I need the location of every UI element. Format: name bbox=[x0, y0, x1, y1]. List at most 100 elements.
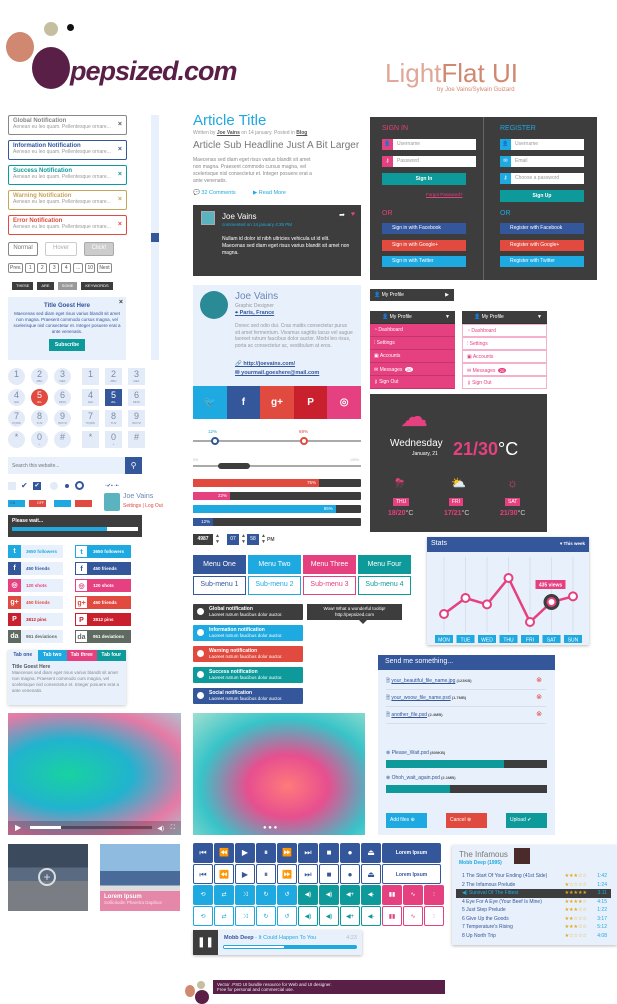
register-password-input[interactable]: ⚷ Choose a password bbox=[500, 173, 584, 184]
media-button[interactable]: ⏮ bbox=[193, 864, 213, 884]
media-button[interactable]: ◀) bbox=[298, 906, 318, 926]
dropdown-item-settings[interactable]: ⫶ Settings bbox=[370, 337, 455, 350]
media-button[interactable]: ⏭ bbox=[298, 864, 318, 884]
dropdown-item-accounts[interactable]: ▣ Accounts bbox=[370, 350, 455, 363]
social-counter-dribbble[interactable]: ◎ 120 shots bbox=[75, 579, 131, 592]
keypad-key-1[interactable]: 1 bbox=[8, 368, 25, 385]
menu-item[interactable]: Menu One bbox=[193, 555, 246, 574]
my-profile-closed[interactable]: 👤 My Profile ▶ bbox=[370, 289, 454, 301]
playlist-track[interactable]: 8 Up North Trip ★☆☆☆☆ 4:08 bbox=[456, 932, 611, 941]
keypad-key-4[interactable]: 4 GHI bbox=[82, 389, 99, 406]
share-google-plus-button[interactable]: g+ bbox=[260, 386, 294, 419]
media-button[interactable]: ◀+ bbox=[340, 885, 360, 905]
fullscreen-icon[interactable]: ⛶ bbox=[171, 825, 175, 832]
toggle-off-plain[interactable] bbox=[75, 500, 92, 507]
stepper-arrows[interactable]: ▲ ▼ bbox=[241, 533, 246, 545]
dropdown-item-dashboard[interactable]: ◔ Dashboard bbox=[370, 324, 455, 337]
file-name[interactable]: another_file.psd bbox=[391, 712, 427, 718]
social-counter-dribbble[interactable]: ◎ 120 shots bbox=[8, 579, 63, 592]
profile-url[interactable]: 🔗 http://joevains.com/ bbox=[235, 361, 295, 367]
number-stepper-value[interactable]: 4987 bbox=[193, 534, 213, 545]
keypad-key-#[interactable]: # bbox=[54, 431, 71, 448]
media-button[interactable]: ⟲ bbox=[193, 906, 213, 926]
keypad-key-0[interactable]: 0 + bbox=[105, 431, 122, 448]
search-icon[interactable]: ⚲ bbox=[125, 457, 142, 474]
keypad-key-*[interactable]: * bbox=[8, 431, 25, 448]
keyword-tag[interactable]: KEYWORDS bbox=[81, 282, 113, 290]
keypad-key-3[interactable]: 3 DEF bbox=[128, 368, 145, 385]
keypad-key-7[interactable]: 7 PQRS bbox=[82, 410, 99, 427]
media-button[interactable]: ⏏ bbox=[361, 864, 381, 884]
add-files-button[interactable]: Add files ⊕ bbox=[386, 813, 427, 828]
comments-link[interactable]: 💬 32 Comments bbox=[193, 190, 236, 196]
social-counter-google-plus[interactable]: g+ 450 friends bbox=[8, 596, 63, 609]
checkbox-checked[interactable]: ✔ bbox=[21, 481, 28, 490]
signup-button[interactable]: Sign Up bbox=[500, 190, 584, 202]
media-button[interactable]: ■ bbox=[319, 864, 339, 884]
media-button[interactable]: ▶ bbox=[235, 864, 255, 884]
media-button[interactable]: ▶ bbox=[235, 843, 255, 863]
checkbox-checked-filled[interactable]: ✔ bbox=[33, 482, 41, 490]
tab-2[interactable]: Tab two bbox=[37, 650, 67, 661]
slider-dots[interactable]: ● ● ● bbox=[263, 825, 277, 831]
register-twitter-button[interactable]: Register with Twitter bbox=[500, 256, 584, 267]
media-button[interactable]: ⏏ bbox=[361, 843, 381, 863]
cancel-button[interactable]: Cancel ⊗ bbox=[446, 813, 487, 828]
pause-icon[interactable]: ❚❚ bbox=[193, 930, 218, 955]
close-icon[interactable]: × bbox=[118, 171, 122, 178]
keyword-tag[interactable]: THESE bbox=[12, 282, 34, 290]
close-icon[interactable]: × bbox=[118, 221, 122, 228]
tab-1[interactable]: Tab one bbox=[8, 650, 38, 661]
keyword-tag[interactable]: ARE bbox=[37, 282, 54, 290]
submenu-item[interactable]: Sub-menu 4 bbox=[358, 576, 411, 595]
menu-item[interactable]: Menu Two bbox=[248, 555, 301, 574]
toggle-on[interactable]: ON bbox=[8, 500, 25, 507]
file-name[interactable]: your_beautiful_file_name.jpg bbox=[391, 678, 455, 684]
page-link[interactable]: ... bbox=[73, 263, 84, 273]
vertical-scrollbar[interactable] bbox=[151, 115, 159, 360]
range-slider-handle[interactable] bbox=[218, 463, 250, 469]
search-input[interactable] bbox=[8, 457, 118, 474]
keypad-key-2[interactable]: 2 ABC bbox=[31, 368, 48, 385]
share-pinterest-button[interactable]: P bbox=[293, 386, 328, 419]
close-icon[interactable]: × bbox=[119, 299, 123, 306]
password-input[interactable]: ⚷ Password bbox=[382, 156, 476, 167]
register-username-input[interactable]: 👤 Username bbox=[500, 139, 584, 150]
keypad-key-4[interactable]: 4 GHI bbox=[8, 389, 25, 406]
media-button[interactable]: ⫶ bbox=[424, 885, 444, 905]
keypad-key-7[interactable]: 7 PQRS bbox=[8, 410, 25, 427]
dropdown-item-sign-out[interactable]: ⚷ Sign Out bbox=[462, 376, 547, 389]
page-link[interactable]: 3 bbox=[49, 263, 60, 273]
dropdown-item-settings[interactable]: ⫶ Settings bbox=[462, 337, 547, 350]
media-button[interactable]: ∿ bbox=[403, 885, 423, 905]
username-input[interactable]: 👤 Username bbox=[382, 139, 476, 150]
close-icon[interactable]: × bbox=[118, 196, 122, 203]
scrollbar-thumb[interactable] bbox=[151, 233, 159, 242]
keypad-key-9[interactable]: 9 WXYZ bbox=[128, 410, 145, 427]
location-text[interactable]: Paris, France bbox=[240, 310, 275, 316]
keypad-key-2[interactable]: 2 ABC bbox=[105, 368, 122, 385]
media-button[interactable]: ⏩ bbox=[277, 843, 297, 863]
keypad-key-5[interactable]: 5 JKL bbox=[31, 389, 48, 406]
close-icon[interactable]: × bbox=[118, 121, 122, 128]
email-text[interactable]: yourmail.goeshere@mail.com bbox=[241, 370, 319, 376]
hover-button[interactable]: Hover bbox=[45, 242, 77, 256]
image-slider[interactable]: ● ● ● bbox=[193, 713, 365, 835]
media-button[interactable]: ⇄ bbox=[214, 885, 234, 905]
media-button[interactable]: ⏭ bbox=[298, 843, 318, 863]
media-button[interactable]: ∿ bbox=[403, 906, 423, 926]
register-facebook-button[interactable]: Register with Facebook bbox=[500, 223, 584, 234]
small-checkboxes[interactable]: ▫✔▪ ·•◦ bbox=[105, 483, 119, 489]
media-button[interactable]: ⤨ bbox=[235, 906, 255, 926]
share-facebook-button[interactable]: f bbox=[226, 386, 261, 419]
dropdown-item-sign-out[interactable]: ⚷ Sign Out bbox=[370, 376, 455, 389]
lorem-button[interactable]: Lorem Ipsum bbox=[382, 843, 441, 863]
tab-4[interactable]: Tab four bbox=[96, 650, 126, 661]
remove-file-icon[interactable]: ⊗ bbox=[536, 692, 542, 704]
profile-email[interactable]: ✉ yourmail.goeshere@mail.com bbox=[235, 370, 319, 376]
media-button[interactable]: ↻ bbox=[256, 885, 276, 905]
media-button[interactable]: ■ bbox=[319, 843, 339, 863]
keypad-key-6[interactable]: 6 MNO bbox=[128, 389, 145, 406]
radio-dot[interactable] bbox=[65, 484, 69, 488]
social-counter-pinterest[interactable]: P 3812 pins bbox=[75, 613, 131, 626]
